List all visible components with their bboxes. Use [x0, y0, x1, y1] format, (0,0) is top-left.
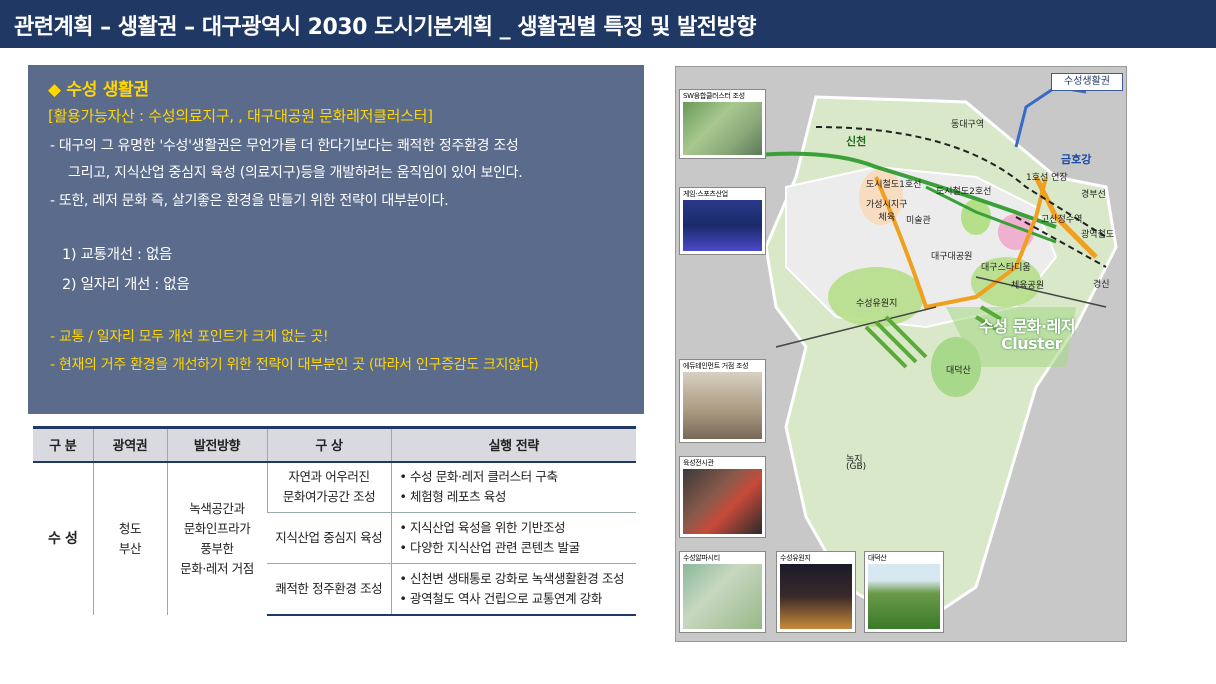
plan-cell: • 지식산업 육성을 위한 기반조성 • 다양한 지식산업 관련 콘텐츠 발굴 [390, 512, 636, 564]
table-header-cell: 광역권 [92, 426, 167, 463]
map-label-dongdae: 동대구역 [951, 120, 985, 130]
map-label-cluster-b: Cluster [1001, 334, 1063, 353]
thumb-image [683, 469, 762, 534]
thumb-caption: SW융합클러스터 조성 [683, 92, 745, 100]
thumb-caption: 에듀테인먼트 거점 조성 [683, 362, 749, 370]
thumb-image [683, 372, 762, 439]
thumb-image [683, 564, 762, 629]
panel-bullet-1a: - 대구의 그 유명한 '수성'생활권은 무언가를 더 한다기보다는 쾌적한 정… [50, 138, 519, 154]
map-label-line1: 도시철도1호선 [866, 180, 922, 190]
thumb-game-sports: 게임·스포츠산업 [679, 187, 766, 255]
table-header-cell: 구 상 [266, 426, 391, 463]
thumb-caption: 대덕산 [868, 554, 887, 562]
panel-bullet-2: - 또한, 레저 문화 즉, 살기좋은 환경을 만들기 위한 전략이 대부분이다… [50, 193, 449, 209]
thumb-suseong-resort: 수성유원지 [776, 551, 856, 633]
page-title: 관련계획 – 생활권 – 대구광역시 2030 도시기본계획 _ 생활권별 특징… [14, 15, 756, 40]
map-label-gyeongbu: 경부선 [1081, 190, 1106, 200]
map-district-tag: 수성생활권 [1051, 73, 1123, 91]
table-header-cell: 구 분 [33, 426, 93, 463]
summary-panel: ◆ 수성 생활권 [활용가능자산 : 수성의료지구, , 대구대공원 문화레저클… [28, 65, 644, 414]
plan-cell: • 신천변 생태통로 강화로 녹색생활환경 조성 • 광역철도 역사 건립으로 … [390, 563, 636, 616]
thumb-caption: 육성전시관 [683, 459, 714, 467]
thumb-daedeok-mountain: 대덕산 [864, 551, 944, 633]
map-label-gwangyeok: 광역철도 [1081, 230, 1115, 240]
map-label-daegu-park: 대구대공원 [931, 252, 973, 262]
thumb-edutainment: 에듀테인먼트 거점 조성 [679, 359, 766, 443]
thumb-caption: 수성유원지 [780, 554, 811, 562]
concept-cell: 자연과 어우러진 문화여가공간 조성 [266, 461, 391, 513]
map-label-gosan: 고산정수역 [1041, 215, 1083, 225]
map-label-shincheon: 신천 [846, 135, 867, 148]
table-header-row: 구 분 광역권 발전방향 구 상 실행 전략 [33, 426, 636, 463]
thumb-caption: 수성알파시티 [683, 554, 720, 562]
thumb-image [683, 102, 762, 155]
thumb-alpha-city: 수성알파시티 [679, 551, 766, 633]
table-row: 수 성 청도 부산 녹색공간과 문화인프라가 풍부한 문화·레저 거점 자연과 … [33, 461, 636, 615]
map-label-gyeongsin: 경신 [1093, 280, 1110, 290]
panel-item-jobs: 2) 일자리 개선 : 없음 [62, 277, 190, 293]
wide-area-cell: 청도 부산 [92, 461, 167, 615]
thumb-sw-cluster: SW융합클러스터 조성 [679, 89, 766, 159]
panel-heading: ◆ 수성 생활권 [48, 80, 149, 100]
page-header: 관련계획 – 생활권 – 대구광역시 2030 도시기본계획 _ 생활권별 특징… [0, 0, 1216, 48]
concept-cell: 지식산업 중심지 육성 [267, 512, 391, 564]
map-label-sinhyeon: 가성시지구 체육 [866, 200, 908, 223]
direction-cell: 녹색공간과 문화인프라가 풍부한 문화·레저 거점 [166, 461, 267, 615]
strategy-table: 구 분 광역권 발전방향 구 상 실행 전략 수 성 청도 부산 녹색공간과 문… [33, 426, 636, 616]
thumb-image [683, 200, 762, 251]
thumb-caption: 게임·스포츠산업 [683, 190, 728, 198]
map-label-mindae: 미술관 [906, 216, 931, 226]
thumb-image [780, 564, 852, 629]
thumb-image [868, 564, 940, 629]
map-label-geumho: 금호강 [1061, 153, 1092, 166]
plan-cell: • 수성 문화·레저 클러스터 구축 • 체험형 레포츠 육성 [390, 461, 636, 513]
panel-item-traffic: 1) 교통개선 : 없음 [62, 247, 173, 263]
table-header-cell: 발전방향 [166, 426, 267, 463]
map-label-line2: 도시철도2호선 [936, 187, 992, 197]
map-label-gb: (GB) [846, 462, 867, 472]
panel-assets: [활용가능자산 : 수성의료지구, , 대구대공원 문화레저클러스터] [48, 107, 433, 125]
map-label-stadium: 대구스타디움 [981, 263, 1031, 273]
map-label-ext1: 1호선 연장 [1026, 173, 1068, 183]
map-label-suseong-park: 수성유원지 [856, 299, 898, 309]
panel-bullet-1b: 그리고, 지식산업 중심지 육성 (의료지구)등을 개발하려는 움직임이 있어 … [68, 165, 523, 181]
map-label-golf: 체육공원 [1011, 281, 1045, 291]
concept-cell: 쾌적한 정주환경 조성 [267, 563, 391, 616]
district-map: 수성생활권 신천 금호강 경부선 광역철도 동대구역 도시철도1호선 도시철도2… [675, 66, 1127, 642]
panel-conclusion-1: - 교통 / 일자리 모두 개선 포인트가 크게 없는 곳! [50, 329, 329, 345]
region-cell: 수 성 [33, 461, 93, 615]
panel-conclusion-2: - 현재의 거주 환경을 개선하기 위한 전략이 대부분인 곳 (따라서 인구증… [50, 357, 539, 373]
thumb-exhibition: 육성전시관 [679, 456, 766, 538]
table-header-cell: 실행 전략 [390, 426, 636, 463]
map-label-daedeok: 대덕산 [946, 366, 971, 376]
